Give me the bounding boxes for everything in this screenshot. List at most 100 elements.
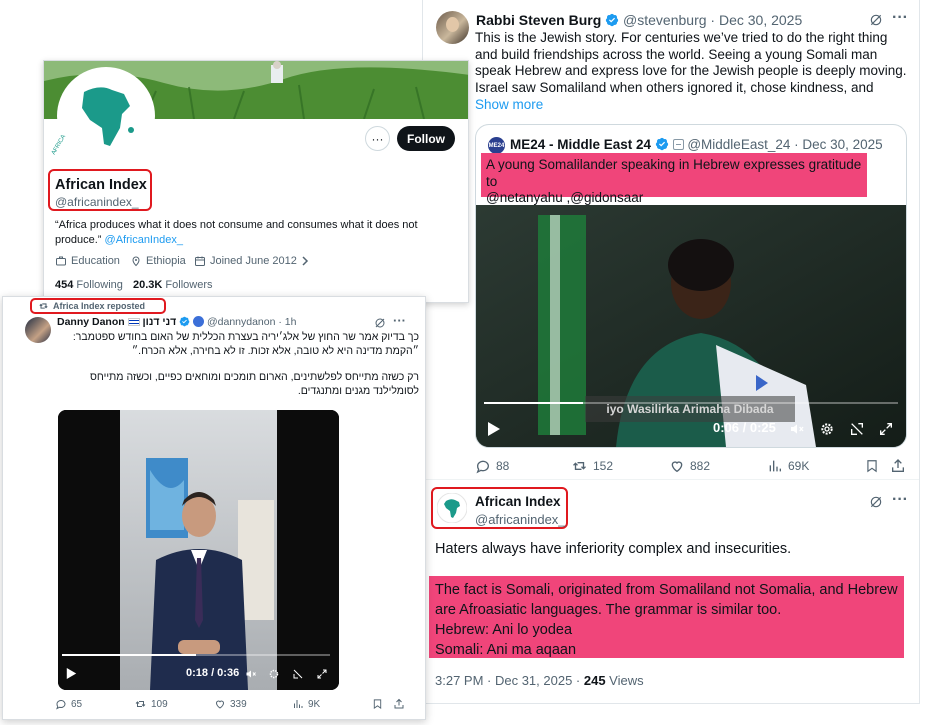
repost-count: 109	[151, 698, 168, 710]
author-name[interactable]: Rabbi Steven Burg	[476, 12, 601, 28]
quote-date[interactable]: · Dec 30, 2025	[794, 137, 883, 152]
profile-joined-label: Joined June 2012	[210, 255, 297, 267]
reply-icon	[476, 460, 489, 474]
followers-count: 20.3K	[133, 279, 163, 291]
danon-name-hebrew[interactable]: דני דנון	[143, 316, 177, 328]
more-options-icon[interactable]: ···	[892, 491, 908, 509]
reply-button[interactable]: 88	[475, 458, 509, 474]
video-player[interactable]	[58, 410, 339, 690]
following-label: Following	[76, 279, 123, 291]
reply-button[interactable]: 65	[55, 698, 82, 710]
repost-button[interactable]: 109	[134, 698, 168, 710]
author-avatar[interactable]	[436, 11, 469, 44]
settings-gear-icon[interactable]	[819, 421, 835, 437]
quote-author-header: ME24 - Middle East 24 @MiddleEast_24 · D…	[510, 137, 883, 152]
divider	[423, 479, 919, 480]
danon-text: כך בדיוק אמר שר החוץ של אלג׳יריה בעצרת ה…	[55, 330, 419, 398]
more-options-icon[interactable]: ···	[892, 9, 908, 27]
quote-author-handle[interactable]: @MiddleEast_24	[687, 137, 790, 152]
verified-badge-icon	[179, 316, 190, 327]
bookmark-icon[interactable]	[865, 458, 879, 474]
settings-gear-icon[interactable]	[268, 668, 280, 680]
profile-avatar[interactable]	[57, 67, 155, 165]
follow-button[interactable]: Follow	[397, 126, 455, 151]
share-icon[interactable]	[890, 458, 906, 474]
chevron-right-icon[interactable]	[301, 256, 309, 266]
verified-badge-icon	[655, 137, 668, 151]
mute-icon[interactable]	[245, 668, 257, 680]
reply-timestamp[interactable]: 3:27 PM · Dec 31, 2025 ·	[435, 673, 584, 688]
grok-icon[interactable]	[869, 13, 883, 27]
profile-more-button[interactable]: ···	[365, 126, 390, 151]
views-count: 9K	[308, 698, 321, 710]
video-caption: iyo Wasilirka Arimaha Dibada	[585, 396, 795, 422]
quote-text-line: A young Somalilander speaking in Hebrew …	[486, 157, 862, 189]
profile-name: African Index	[55, 177, 147, 193]
share-icon[interactable]	[393, 698, 405, 710]
danon-text-line: ״הקמת מדינה היא לא טובה, אלא זכות. זו לא…	[131, 345, 419, 357]
fullscreen-icon[interactable]	[878, 421, 894, 437]
video-progress-fill	[484, 402, 584, 404]
danon-avatar[interactable]	[25, 317, 51, 343]
danon-time[interactable]: · 1h	[278, 316, 296, 328]
author-handle[interactable]: @stevenburg	[623, 12, 706, 28]
views-chart-icon	[769, 460, 781, 472]
israel-flag-icon	[127, 318, 140, 326]
repost-count: 152	[593, 459, 614, 473]
danon-handle[interactable]: @dannydanon	[207, 316, 275, 328]
play-icon[interactable]	[66, 667, 77, 680]
quote-author-name[interactable]: ME24 - Middle East 24	[510, 137, 651, 152]
profile-category-label: Education	[71, 255, 120, 267]
reply-author-handle[interactable]: @africanindex_	[475, 512, 566, 527]
grok-icon[interactable]	[869, 495, 883, 509]
reply-count: 65	[71, 698, 83, 710]
profile-bio-link[interactable]: @AfricanIndex_	[105, 234, 183, 246]
like-heart-icon	[671, 461, 683, 473]
mute-icon[interactable]	[789, 421, 805, 437]
reply-line: Somali: Ani ma aqaan	[435, 642, 577, 658]
profile-followers[interactable]: 20.3K Followers	[133, 279, 213, 291]
repost-icon	[135, 701, 146, 707]
profile-location: Ethiopia	[130, 255, 186, 267]
reposted-banner: Africa Index reposted	[38, 301, 145, 311]
picture-in-picture-icon[interactable]	[849, 421, 865, 437]
danon-text-line: כך בדיוק אמר שר החוץ של אלג׳יריה בעצרת ה…	[72, 331, 419, 343]
reply-line: are Afroasiatic languages. The grammar i…	[435, 602, 782, 618]
play-icon[interactable]	[487, 421, 501, 437]
tweet-date[interactable]: · Dec 30, 2025	[710, 12, 802, 28]
like-heart-icon	[215, 700, 225, 709]
quote-author-avatar[interactable]: ME24	[488, 137, 505, 154]
reposted-label[interactable]: Africa Index reposted	[53, 301, 145, 311]
reply-count: 88	[496, 459, 510, 473]
reply-meta: 3:27 PM · Dec 31, 2025 · 245 Views	[435, 673, 644, 688]
repost-button[interactable]: 152	[571, 458, 613, 474]
views-chart-icon	[294, 700, 303, 708]
bookmark-icon[interactable]	[372, 698, 383, 710]
reply-text-1: Haters always have inferiority complex a…	[435, 541, 792, 557]
danon-name[interactable]: Danny Danon	[57, 316, 125, 328]
like-button[interactable]: 882	[669, 458, 710, 474]
reply-icon	[56, 700, 66, 710]
affiliate-badge-icon	[672, 139, 684, 150]
profile-category: Education	[55, 255, 120, 267]
quote-text: A young Somalilander speaking in Hebrew …	[486, 157, 866, 207]
followers-label: Followers	[165, 279, 213, 291]
author-header: Rabbi Steven Burg @stevenburg · Dec 30, …	[476, 12, 802, 28]
picture-in-picture-icon[interactable]	[292, 668, 304, 680]
views-button[interactable]: 69K	[767, 458, 809, 474]
like-button[interactable]: 339	[214, 698, 247, 710]
like-count: 882	[690, 459, 711, 473]
views-button[interactable]: 9K	[292, 698, 320, 710]
profile-joined: Joined June 2012	[194, 255, 309, 267]
tweet-text: This is the Jewish story. For centuries …	[475, 30, 907, 96]
grok-icon[interactable]	[374, 317, 386, 329]
fullscreen-icon[interactable]	[316, 668, 328, 680]
show-more-link[interactable]: Show more	[475, 97, 543, 112]
reply-author-name[interactable]: African Index	[475, 494, 561, 509]
danon-header: Danny Danon דני דנון @dannydanon · 1h	[57, 316, 296, 328]
danon-text-line: רק כשזה מתייחס לפלשתינים, הארום תומכים ו…	[90, 371, 419, 383]
video-time: 0:18 / 0:36	[186, 667, 240, 679]
repost-icon	[573, 462, 586, 470]
more-options-icon[interactable]: ···	[393, 313, 406, 328]
profile-following[interactable]: 454 Following	[55, 279, 123, 291]
